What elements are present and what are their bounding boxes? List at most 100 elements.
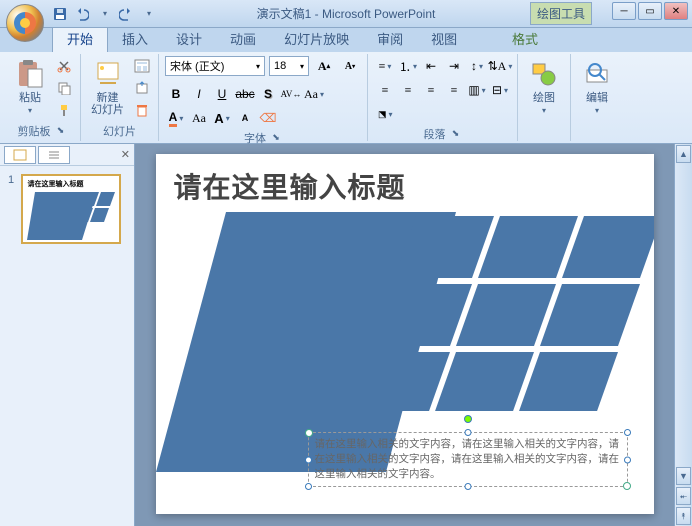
scroll-track[interactable] [675, 164, 692, 466]
format-painter-icon[interactable] [54, 100, 74, 120]
font-size-selector[interactable]: 18▾ [269, 56, 309, 76]
indent-decrease-button[interactable]: ⇤ [420, 56, 442, 76]
slides-tab[interactable] [4, 146, 36, 164]
vertical-scrollbar[interactable]: ▲ ▼ ⯬ ⯭ [674, 144, 692, 526]
scroll-up-icon[interactable]: ▲ [676, 145, 691, 163]
tab-design[interactable]: 设计 [162, 25, 216, 52]
rotate-handle-icon[interactable] [464, 415, 472, 423]
group-paragraph-label: 段落 [424, 126, 446, 142]
tab-insert[interactable]: 插入 [108, 25, 162, 52]
decrease-font-icon[interactable]: A▾ [339, 56, 361, 76]
drawing-button[interactable]: 绘图 ▾ [524, 56, 564, 117]
maximize-button[interactable]: ▭ [638, 2, 662, 20]
resize-handle[interactable] [464, 429, 471, 436]
slide-title-placeholder[interactable]: 请在这里输入标题 [174, 166, 636, 206]
increase-font-icon[interactable]: A▴ [313, 56, 335, 76]
outline-tab[interactable] [38, 146, 70, 164]
text-direction-button[interactable]: ⇅A [489, 56, 511, 76]
panel-close-icon[interactable]: ✕ [121, 148, 130, 161]
resize-handle[interactable] [305, 456, 312, 463]
bold-button[interactable]: B [165, 84, 187, 104]
slide-editor[interactable]: 请在这里输入标题 GXIsystem.com 请在这里输入相关的 [135, 144, 674, 526]
slide-thumbnail[interactable]: 请在这里输入标题 [21, 174, 121, 244]
body-text: 请在这里输入相关的文字内容，请在这里输入相关的文字内容，请在这里输入相关的文字内… [315, 438, 620, 480]
tab-slideshow[interactable]: 幻灯片放映 [270, 25, 363, 52]
new-slide-label: 新建 幻灯片 [91, 92, 124, 116]
group-clipboard: 粘贴 ▾ 剪贴板 ⬊ [4, 54, 81, 141]
underline-button[interactable]: U [211, 84, 233, 104]
prev-slide-icon[interactable]: ⯬ [676, 487, 691, 505]
line-spacing-button[interactable]: ↕ [466, 56, 488, 76]
resize-handle[interactable] [624, 429, 631, 436]
next-slide-icon[interactable]: ⯭ [676, 507, 691, 525]
justify-button[interactable]: ≡ [443, 80, 465, 100]
italic-button[interactable]: I [188, 84, 210, 104]
bullets-button[interactable]: ≡ [374, 56, 396, 76]
resize-handle[interactable] [305, 483, 312, 490]
slide-panel: ✕ 1 请在这里输入标题 [0, 144, 135, 526]
paste-button[interactable]: 粘贴 ▾ [10, 56, 50, 117]
close-button[interactable]: ✕ [664, 2, 688, 20]
editing-label: 编辑 [586, 92, 608, 104]
group-drawing: 绘图 ▾ [518, 54, 571, 141]
copy-icon[interactable] [54, 78, 74, 98]
undo-icon[interactable] [72, 4, 92, 24]
workspace: ✕ 1 请在这里输入标题 请在这里输入标题 GXIsystem.com [0, 144, 692, 526]
group-clipboard-label: 剪贴板 [18, 123, 51, 139]
qat-customize[interactable] [138, 4, 158, 24]
font-color-button[interactable]: A [165, 108, 187, 128]
strikethrough-button[interactable]: abc [234, 84, 256, 104]
reset-icon[interactable] [132, 78, 152, 98]
font-grow-button[interactable]: A [211, 108, 233, 128]
thumbnail-number: 1 [8, 174, 14, 186]
minimize-button[interactable]: ─ [612, 2, 636, 20]
char-spacing-button[interactable]: AV↔ [280, 84, 302, 104]
columns-button[interactable]: ▥ [466, 80, 488, 100]
align-left-button[interactable]: ≡ [374, 80, 396, 100]
highlight-button[interactable]: Aa [188, 108, 210, 128]
cut-icon[interactable] [54, 56, 74, 76]
align-center-button[interactable]: ≡ [397, 80, 419, 100]
resize-handle[interactable] [624, 456, 631, 463]
resize-handle[interactable] [464, 483, 471, 490]
paste-label: 粘贴 [19, 92, 41, 104]
shadow-button[interactable]: S [257, 84, 279, 104]
quick-access-toolbar [50, 4, 158, 24]
align-right-button[interactable]: ≡ [420, 80, 442, 100]
tab-view[interactable]: 视图 [417, 25, 471, 52]
group-font: 宋体 (正文)▾ 18▾ A▴ A▾ B I U abc S AV↔ Aa A … [159, 54, 368, 141]
drawing-label: 绘图 [533, 92, 555, 104]
font-name-selector[interactable]: 宋体 (正文)▾ [165, 56, 265, 76]
paste-icon [14, 58, 46, 90]
clipboard-launcher[interactable]: ⬊ [55, 125, 67, 137]
font-launcher[interactable]: ⬊ [270, 132, 282, 144]
convert-smartart-button[interactable]: ⬔ [374, 104, 397, 124]
delete-icon[interactable] [132, 100, 152, 120]
window-controls: ─ ▭ ✕ [612, 2, 688, 20]
font-shrink-button[interactable]: A [234, 108, 256, 128]
paragraph-launcher[interactable]: ⬊ [450, 128, 462, 140]
ribbon-tabs: 开始 插入 设计 动画 幻灯片放映 审阅 视图 格式 [0, 28, 692, 52]
clear-format-button[interactable]: ⌫ [257, 108, 279, 128]
tab-format[interactable]: 格式 [498, 25, 552, 52]
tab-review[interactable]: 审阅 [363, 25, 417, 52]
group-paragraph: ≡ ⒈ ⇤ ⇥ ↕ ⇅A ≡ ≡ ≡ ≡ ▥ ⊟ ⬔ 段落 ⬊ [368, 54, 518, 141]
undo-dropdown[interactable] [94, 4, 114, 24]
title-bar: 演示文稿1 - Microsoft PowerPoint 绘图工具 ─ ▭ ✕ [0, 0, 692, 28]
indent-increase-button[interactable]: ⇥ [443, 56, 465, 76]
numbering-button[interactable]: ⒈ [397, 56, 419, 76]
tab-animations[interactable]: 动画 [216, 25, 270, 52]
body-textbox[interactable]: 请在这里输入相关的文字内容，请在这里输入相关的文字内容，请在这里输入相关的文字内… [308, 432, 628, 487]
new-slide-button[interactable]: 新建 幻灯片 [87, 56, 128, 118]
layout-icon[interactable] [132, 56, 152, 76]
tab-home[interactable]: 开始 [52, 24, 108, 52]
redo-icon[interactable] [116, 4, 136, 24]
editing-button[interactable]: 编辑 ▾ [577, 56, 617, 117]
align-text-button[interactable]: ⊟ [489, 80, 511, 100]
save-icon[interactable] [50, 4, 70, 24]
scroll-down-icon[interactable]: ▼ [676, 467, 691, 485]
grid-parallelograms[interactable] [394, 216, 654, 411]
change-case-button[interactable]: Aa [303, 84, 325, 104]
office-button[interactable] [6, 4, 44, 42]
slide-canvas[interactable]: 请在这里输入标题 GXIsystem.com 请在这里输入相关的 [156, 154, 654, 514]
